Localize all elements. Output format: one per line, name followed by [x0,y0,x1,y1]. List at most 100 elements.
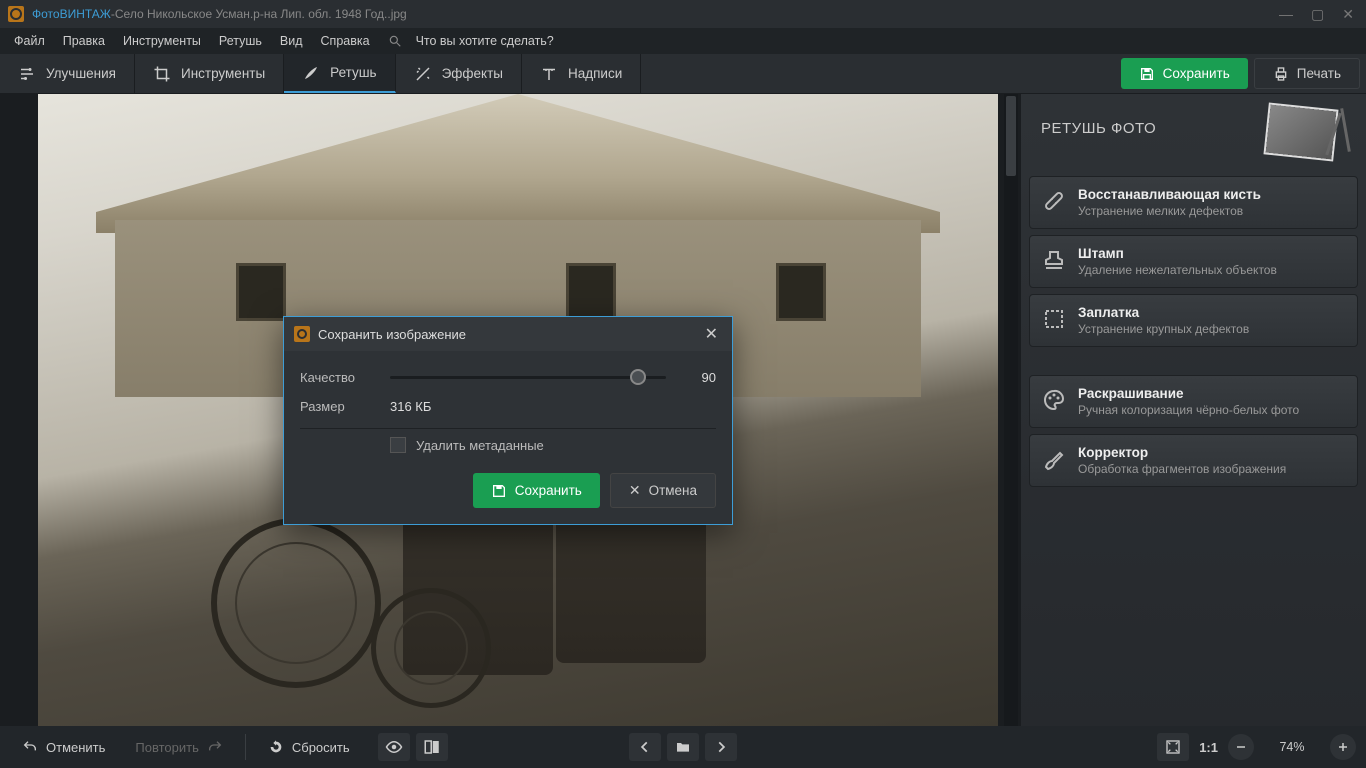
search-placeholder: Что вы хотите сделать? [408,30,562,52]
cancel-label: Отмена [649,483,697,498]
tab-retouch[interactable]: Ретушь [284,54,395,93]
tab-captions[interactable]: Надписи [522,54,641,93]
tab-label: Надписи [568,66,622,81]
app-icon [8,6,24,22]
tab-bar: Улучшения Инструменты Ретушь Эффекты Над… [0,54,1366,94]
tool-title: Штамп [1078,246,1345,261]
zoom-out-button[interactable] [1228,734,1254,760]
prev-image-button[interactable] [629,733,661,761]
menu-file[interactable]: Файл [6,30,53,52]
text-icon [540,65,558,83]
quality-slider[interactable] [390,369,666,385]
chevron-right-icon [714,740,728,754]
maximize-button[interactable]: ▢ [1311,6,1324,23]
next-image-button[interactable] [705,733,737,761]
checkbox-label: Удалить метаданные [416,438,544,453]
dialog-buttons: Сохранить ✕ Отмена [300,473,716,508]
quality-row: Качество 90 [300,369,716,385]
reset-icon [268,739,284,755]
dialog-cancel-button[interactable]: ✕ Отмена [610,473,716,508]
tab-effects[interactable]: Эффекты [396,54,522,93]
tab-label: Инструменты [181,66,265,81]
folder-icon [675,739,691,755]
tab-tools[interactable]: Инструменты [135,54,284,93]
menu-retouch[interactable]: Ретушь [211,30,270,52]
wand-icon [414,65,432,83]
size-label: Размер [300,399,390,414]
fit-screen-button[interactable] [1157,733,1189,761]
tool-adjustment-brush[interactable]: Корректор Обработка фрагментов изображен… [1029,434,1358,487]
tool-patch[interactable]: Заплатка Устранение крупных дефектов [1029,294,1358,347]
tool-healing-brush[interactable]: Восстанавливающая кисть Устранение мелки… [1029,176,1358,229]
nav-controls [629,733,737,761]
save-button[interactable]: Сохранить [1121,58,1248,89]
menu-tools[interactable]: Инструменты [115,30,209,52]
menu-edit[interactable]: Правка [55,30,113,52]
dialog-close-button[interactable]: ✕ [701,322,722,346]
reset-label: Сбросить [292,740,350,755]
tab-label: Эффекты [442,66,503,81]
save-image-dialog: Сохранить изображение ✕ Качество 90 Разм… [283,316,733,525]
tool-desc: Устранение крупных дефектов [1078,322,1345,336]
print-button[interactable]: Печать [1254,58,1360,89]
tool-clone-stamp[interactable]: Штамп Удаление нежелательных объектов [1029,235,1358,288]
slider-thumb[interactable] [630,369,646,385]
quality-value: 90 [682,370,716,385]
search-icon [388,34,402,48]
size-row: Размер 316 КБ [300,399,716,414]
tool-desc: Обработка фрагментов изображения [1078,462,1345,476]
dialog-icon [294,326,310,342]
print-label: Печать [1297,66,1341,81]
tool-desc: Удаление нежелательных объектов [1078,263,1345,277]
tool-desc: Ручная колоризация чёрно-белых фото [1078,403,1345,417]
tab-label: Улучшения [46,66,116,81]
menu-bar: Файл Правка Инструменты Ретушь Вид Справ… [0,28,1366,54]
menu-view[interactable]: Вид [272,30,311,52]
floppy-icon [1139,66,1155,82]
file-name: Село Никольское Усман.р-на Лип. обл. 194… [115,7,407,21]
vertical-scrollbar[interactable] [1004,94,1018,726]
zoom-percent: 74% [1264,740,1320,754]
tool-list: Восстанавливающая кисть Устранение мелки… [1021,176,1366,493]
open-folder-button[interactable] [667,733,699,761]
zoom-ratio[interactable]: 1:1 [1199,740,1218,755]
tool-title: Заплатка [1078,305,1345,320]
quality-label: Качество [300,370,390,385]
palette-icon [1042,388,1066,412]
minimize-button[interactable]: — [1279,6,1293,23]
undo-label: Отменить [46,740,105,755]
reset-button[interactable]: Сбросить [256,733,362,761]
tool-title: Раскрашивание [1078,386,1345,401]
tab-enhance[interactable]: Улучшения [0,54,135,93]
tool-colorize[interactable]: Раскрашивание Ручная колоризация чёрно-б… [1029,375,1358,428]
panel-title: РЕТУШЬ ФОТО [1041,120,1156,137]
plus-icon [1337,741,1349,753]
tool-title: Корректор [1078,445,1345,460]
dialog-titlebar[interactable]: Сохранить изображение ✕ [284,317,732,351]
minus-icon [1235,741,1247,753]
checkbox-box[interactable] [390,437,406,453]
menu-help[interactable]: Справка [313,30,378,52]
redo-button[interactable]: Повторить [123,733,234,761]
right-panel: РЕТУШЬ ФОТО Восстанавливающая кисть Устр… [1020,94,1366,726]
compare-toggle[interactable] [416,733,448,761]
redo-label: Повторить [135,740,198,755]
chevron-left-icon [638,740,652,754]
crop-icon [153,65,171,83]
sliders-icon [18,65,36,83]
eye-icon [385,738,403,756]
fit-icon [1165,739,1181,755]
dialog-body: Качество 90 Размер 316 КБ Удалить метада… [284,351,732,524]
close-button[interactable]: ✕ [1342,6,1354,23]
panel-header: РЕТУШЬ ФОТО [1021,94,1366,176]
zoom-controls: 1:1 74% [1157,733,1356,761]
floppy-icon [491,483,507,499]
dialog-save-button[interactable]: Сохранить [473,473,600,508]
preview-toggle[interactable] [378,733,410,761]
search-box[interactable]: Что вы хотите сделать? [388,30,562,52]
tool-title: Восстанавливающая кисть [1078,187,1345,202]
undo-button[interactable]: Отменить [10,733,117,761]
window-controls: — ▢ ✕ [1279,6,1358,23]
delete-metadata-checkbox[interactable]: Удалить метаданные [390,437,716,453]
zoom-in-button[interactable] [1330,734,1356,760]
